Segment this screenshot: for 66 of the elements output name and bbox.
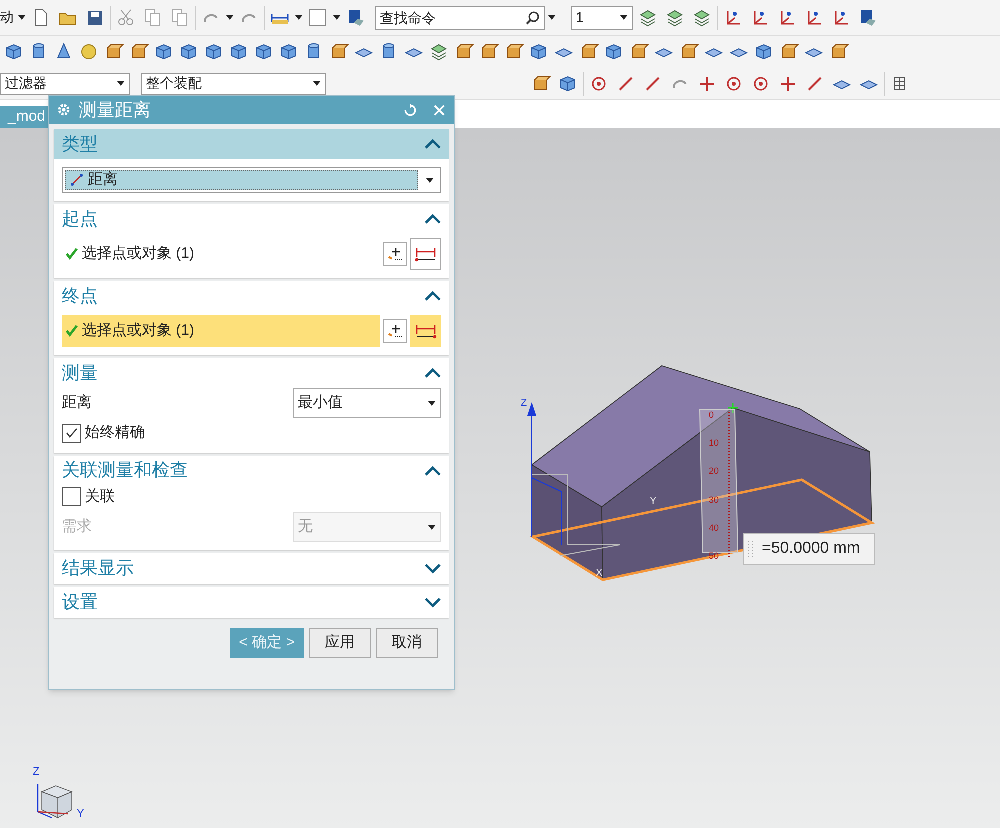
collapse-chevron-icon[interactable] xyxy=(425,368,441,378)
distance-mode-dropdown[interactable]: 最小值 xyxy=(293,388,441,418)
axis-label: Z xyxy=(521,398,528,409)
always-accurate-checkbox[interactable]: 始终精确 xyxy=(62,422,441,444)
point-dialog-button[interactable] xyxy=(383,242,407,266)
distance-label: 距离 xyxy=(62,392,92,413)
checkmark-icon xyxy=(66,427,78,440)
caret-icon xyxy=(426,178,434,182)
associative-checkbox[interactable]: 关联 xyxy=(62,486,441,508)
caret-icon xyxy=(428,524,436,530)
triad-axis-label: Y xyxy=(77,807,84,822)
search-icon xyxy=(525,10,541,26)
dimension-icon xyxy=(414,245,436,263)
collapse-chevron-icon[interactable] xyxy=(425,214,441,224)
layer-dropdown[interactable]: 1 xyxy=(571,6,633,30)
section-header[interactable]: 起点 xyxy=(54,204,449,234)
point-plus-icon xyxy=(387,323,403,339)
check-icon xyxy=(66,325,78,337)
distance-icon xyxy=(70,173,84,187)
menu-button[interactable]: 动 xyxy=(0,7,26,28)
expand-chevron-icon[interactable] xyxy=(425,598,441,608)
close-icon[interactable] xyxy=(433,104,446,116)
caret-icon xyxy=(313,81,321,86)
axis-label: Y xyxy=(650,496,657,507)
section-header[interactable]: 关联测量和检查 xyxy=(54,456,449,486)
selection-row[interactable]: 选择点或对象 (1) xyxy=(62,315,380,347)
section-header[interactable]: 终点 xyxy=(54,281,449,311)
search-field[interactable]: 查找命令 xyxy=(375,6,545,30)
section-header[interactable]: 测量 xyxy=(54,358,449,388)
collapse-chevron-icon[interactable] xyxy=(425,291,441,301)
caret-icon xyxy=(620,15,628,20)
caret-icon xyxy=(226,15,234,20)
measurement-label: =50.0000 mm xyxy=(743,533,875,565)
selection-row[interactable]: 选择点或对象 (1) xyxy=(62,238,380,270)
caret-icon xyxy=(333,15,341,20)
settings-icon[interactable] xyxy=(57,103,71,117)
caret-icon xyxy=(548,15,556,20)
collapse-chevron-icon[interactable] xyxy=(425,466,441,476)
caret-icon xyxy=(295,15,303,20)
axis-label: X xyxy=(596,568,603,579)
point-plus-icon xyxy=(387,246,403,262)
filter-dropdown[interactable]: 过滤器 xyxy=(0,72,130,94)
section-header[interactable]: 结果显示 xyxy=(54,553,449,584)
grip-icon xyxy=(748,539,754,559)
scope-dropdown[interactable]: 整个装配 xyxy=(141,72,326,94)
dialog-button[interactable]: 取消 xyxy=(376,628,438,658)
requirement-label: 需求 xyxy=(62,516,92,537)
check-icon xyxy=(66,248,78,260)
caret-icon xyxy=(117,81,125,86)
caret-icon xyxy=(428,400,436,406)
collapse-chevron-icon[interactable] xyxy=(425,139,441,149)
type-dropdown[interactable]: 距离 xyxy=(62,167,441,193)
ruler-label: 40 xyxy=(709,522,720,533)
caret-icon xyxy=(18,15,26,20)
distance-point-button[interactable] xyxy=(410,238,441,270)
ruler-label: 0 xyxy=(709,410,714,420)
ruler-label: 20 xyxy=(709,466,720,476)
ruler-label: 10 xyxy=(709,438,720,448)
expand-chevron-icon[interactable] xyxy=(425,564,441,574)
dialog-button[interactable]: 应用 xyxy=(309,628,371,658)
dialog-title: 测量距离 xyxy=(79,98,152,122)
triad-axis-label: Z xyxy=(33,765,40,780)
reset-icon[interactable] xyxy=(404,104,417,116)
dimension-icon xyxy=(414,322,436,340)
section-header[interactable]: 设置 xyxy=(54,587,449,618)
point-dialog-button[interactable] xyxy=(383,319,407,343)
